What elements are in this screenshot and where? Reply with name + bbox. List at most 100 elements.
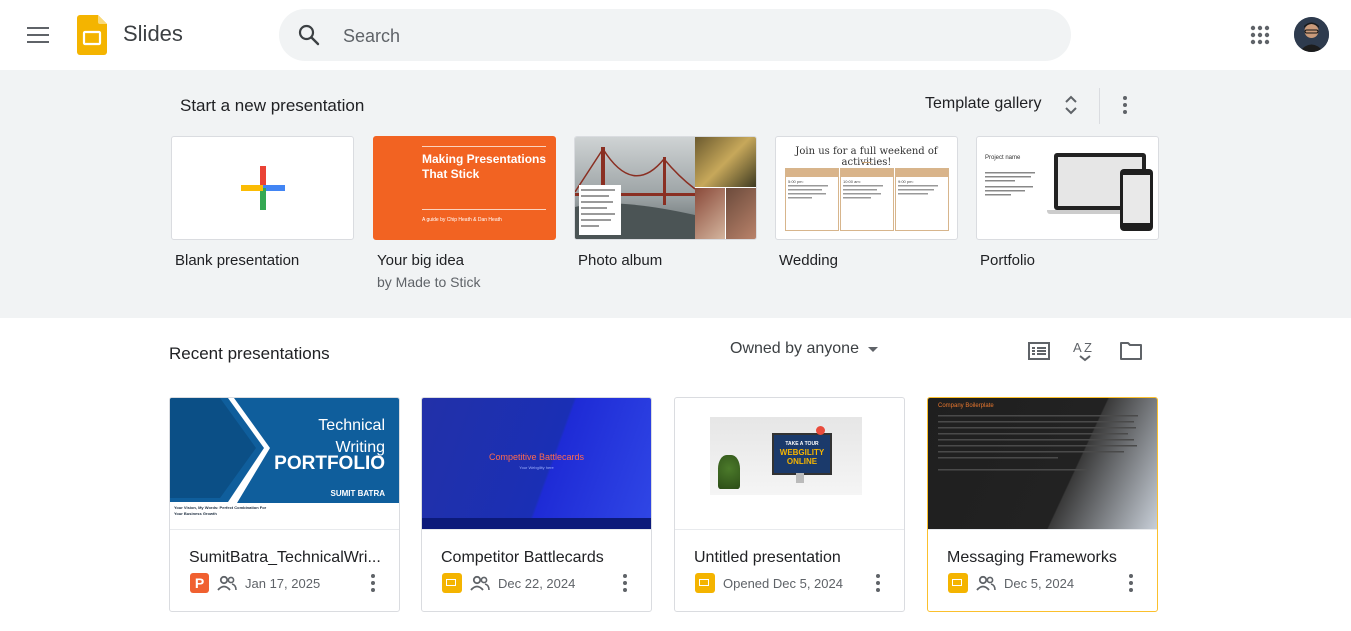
thumb-tagline: Your Vision, My Words: Perfect Combinati…: [174, 505, 267, 516]
plant-graphic: [718, 455, 740, 489]
folder-icon: [1120, 342, 1142, 360]
file-card[interactable]: Technical Writing PORTFOLIO SUMIT BATRA …: [169, 397, 400, 612]
food-photo: [695, 188, 725, 239]
dropdown-arrow-icon: [867, 346, 878, 352]
monitor-stand: [796, 473, 804, 483]
monitor-graphic: TAKE A TOUR WEBGILITY ONLINE: [772, 433, 832, 475]
thumb-author: SUMIT BATRA: [330, 489, 385, 498]
thumb-photo: TAKE A TOUR WEBGILITY ONLINE: [710, 417, 862, 495]
file-date: Jan 17, 2025: [245, 575, 321, 591]
slides-logo[interactable]: [77, 15, 107, 60]
file-more-button[interactable]: [612, 569, 638, 597]
sort-az-icon: A Z: [1073, 340, 1092, 362]
file-date: Dec 5, 2024: [1004, 575, 1075, 591]
search-icon[interactable]: [297, 23, 321, 47]
file-thumbnail[interactable]: Company Boilerplate: [928, 398, 1157, 530]
file-thumbnail[interactable]: TAKE A TOUR WEBGILITY ONLINE: [675, 398, 904, 530]
file-meta: Dec 5, 2024: [948, 573, 1074, 593]
account-avatar[interactable]: [1294, 17, 1329, 52]
thumb-subtitle: Your Webgility here: [519, 465, 554, 470]
template-thumbnail[interactable]: Making Presentations That Stick A guide …: [373, 136, 556, 240]
caption-lines-icon: [581, 189, 615, 227]
file-card[interactable]: Company Boilerplate Messaging Frameworks…: [927, 397, 1158, 612]
decor-line: [422, 146, 546, 147]
file-title: Untitled presentation: [694, 549, 841, 566]
schedule-column: Thursday 5:00 pm:: [785, 168, 839, 231]
template-portfolio[interactable]: Project name Portfolio: [976, 136, 1159, 269]
unfold-icon[interactable]: [1062, 94, 1080, 116]
template-name: Portfolio: [980, 252, 1036, 269]
file-more-button[interactable]: [360, 569, 386, 597]
shared-people-icon: [976, 575, 996, 591]
template-thumbnail[interactable]: [574, 136, 757, 240]
template-name: Wedding: [779, 252, 838, 269]
google-apps-button[interactable]: [1240, 15, 1280, 55]
badge-graphic: [816, 426, 825, 435]
thumb-line: WEBGILITY ONLINE: [779, 448, 825, 466]
more-vert-icon: [1123, 96, 1127, 114]
thumb-line: TAKE A TOUR: [785, 441, 819, 447]
divider: [1099, 88, 1100, 124]
template-wedding[interactable]: Join us for a full weekend of activities…: [775, 136, 958, 269]
template-thumbnail[interactable]: Project name: [976, 136, 1159, 240]
template-your-big-idea[interactable]: Making Presentations That Stick A guide …: [373, 136, 556, 290]
schedule-column: Saturday 9:00 pm:: [895, 168, 949, 231]
sort-button[interactable]: A Z: [1069, 335, 1101, 367]
app-header: Slides: [0, 0, 1351, 70]
file-thumbnail[interactable]: Competitive Battlecards Your Webgility h…: [422, 398, 651, 530]
template-thumbnail[interactable]: Join us for a full weekend of activities…: [775, 136, 958, 240]
template-gallery-button[interactable]: Template gallery: [925, 95, 1042, 113]
open-file-picker-button[interactable]: [1115, 335, 1147, 367]
leaf-photo: [695, 137, 756, 187]
template-name: Photo album: [578, 252, 663, 269]
template-photo-album[interactable]: Photo album: [574, 136, 757, 269]
template-section: Start a new presentation Template galler…: [0, 70, 1351, 318]
search-input[interactable]: [341, 9, 1045, 63]
more-vert-icon: [623, 574, 627, 592]
app-name: Slides: [123, 21, 183, 46]
thumb-body-text: [985, 171, 1040, 199]
slides-logo-icon: [77, 15, 107, 55]
file-thumbnail[interactable]: Technical Writing PORTFOLIO SUMIT BATRA …: [170, 398, 399, 530]
thumb-body-text: [938, 413, 1143, 495]
google-apps-icon: [1250, 25, 1270, 45]
photo-caption-card: [579, 185, 621, 235]
file-more-button[interactable]: [865, 569, 891, 597]
thumb-title: Competitive Battlecards: [488, 452, 585, 462]
search-bar[interactable]: [279, 9, 1071, 63]
schedule-column-text: 5:00 pm:: [786, 177, 838, 207]
schedule-column: Friday 10:00 am:: [840, 168, 894, 231]
thumb-title: Join us for a full weekend of activities…: [795, 146, 938, 168]
shared-people-icon: [217, 575, 237, 591]
svg-text:A: A: [1073, 340, 1082, 355]
pptx-file-icon: P: [190, 573, 209, 593]
template-name: Your big idea: [377, 252, 465, 269]
template-blank[interactable]: Blank presentation: [171, 136, 354, 269]
svg-text:Z: Z: [1084, 340, 1092, 355]
thumb-subtitle: A guide by Chip Heath & Dan Heath: [422, 217, 502, 223]
schedule-column-text: 9:00 pm:: [896, 177, 948, 207]
file-more-button[interactable]: [1118, 569, 1144, 597]
more-vert-icon: [1129, 574, 1133, 592]
template-thumbnail[interactable]: [171, 136, 354, 240]
hamburger-menu-icon: [27, 27, 49, 43]
decor-line: [422, 209, 546, 210]
schedule-column-header: Thursday: [786, 169, 838, 183]
thumb-title: Making Presentations That Stick: [422, 152, 547, 181]
decor-line: [862, 162, 871, 163]
file-meta: Dec 22, 2024: [442, 573, 575, 593]
file-card[interactable]: Competitive Battlecards Your Webgility h…: [421, 397, 652, 612]
owner-filter-label: Owned by anyone: [730, 340, 859, 357]
list-view-button[interactable]: [1023, 335, 1055, 367]
thumb-line: PORTFOLIO: [274, 453, 385, 474]
file-date: Dec 22, 2024: [498, 575, 576, 591]
more-vert-icon: [876, 574, 880, 592]
file-title: Messaging Frameworks: [947, 549, 1117, 566]
template-subtitle: by Made to Stick: [377, 274, 481, 290]
template-more-button[interactable]: [1112, 92, 1138, 118]
owner-filter-dropdown[interactable]: Owned by anyone: [730, 340, 878, 358]
main-menu-button[interactable]: [18, 15, 58, 55]
file-card[interactable]: TAKE A TOUR WEBGILITY ONLINE Untitled pr…: [674, 397, 905, 612]
thumb-footer-band: [422, 518, 651, 529]
file-meta: Opened Dec 5, 2024: [695, 573, 843, 593]
